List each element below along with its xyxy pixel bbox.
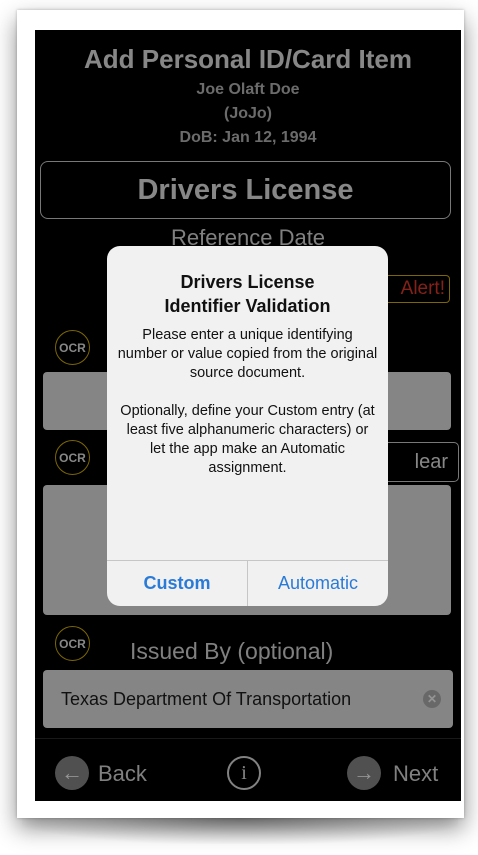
frame-shadow [22,818,458,844]
app-screen: Add Personal ID/Card Item Joe Olaft Doe … [35,30,461,801]
custom-button[interactable]: Custom [107,560,247,606]
alert-title: Drivers License Identifier Validation [164,272,331,316]
validation-alert-dialog: Drivers License Identifier Validation Pl… [107,246,388,606]
automatic-button[interactable]: Automatic [248,560,388,606]
alert-message: Please enter a unique identifying number… [117,327,378,476]
